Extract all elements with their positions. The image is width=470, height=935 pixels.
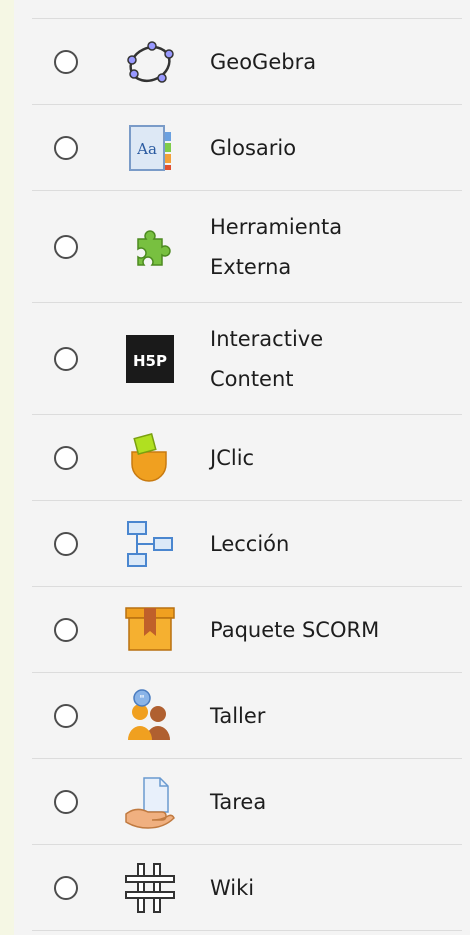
activity-option-wiki[interactable]: Wiki bbox=[32, 844, 462, 931]
lesson-icon bbox=[122, 516, 178, 572]
activity-radio-taller[interactable] bbox=[54, 704, 78, 728]
activity-radio-tarea[interactable] bbox=[54, 790, 78, 814]
activity-label-herramienta-externa: Herramienta Externa bbox=[210, 207, 450, 287]
wiki-icon bbox=[122, 860, 178, 916]
activity-radio-glosario[interactable] bbox=[54, 136, 78, 160]
activity-option-tarea[interactable]: Tarea bbox=[32, 758, 462, 844]
geogebra-icon bbox=[122, 34, 178, 90]
activity-option-paquete-scorm[interactable]: Paquete SCORM bbox=[32, 586, 462, 672]
activity-option-leccion[interactable]: Lección bbox=[32, 500, 462, 586]
activity-label-interactive-line1: Interactive bbox=[210, 327, 324, 351]
workshop-icon: " bbox=[122, 688, 178, 744]
activity-label-leccion: Lección bbox=[210, 532, 290, 556]
activity-label-herramienta-line1: Herramienta bbox=[210, 215, 343, 239]
activity-label-interactive-content: Interactive Content bbox=[210, 319, 450, 399]
activity-radio-geogebra[interactable] bbox=[54, 50, 78, 74]
svg-text:Aa: Aa bbox=[136, 140, 157, 158]
activity-radio-wiki[interactable] bbox=[54, 876, 78, 900]
activity-label-tarea: Tarea bbox=[210, 790, 267, 814]
jclic-icon bbox=[122, 430, 178, 486]
activity-radio-interactive-content[interactable] bbox=[54, 347, 78, 371]
activity-option-geogebra[interactable]: GeoGebra bbox=[32, 18, 462, 104]
activity-radio-paquete-scorm[interactable] bbox=[54, 618, 78, 642]
activity-label-glosario: Glosario bbox=[210, 136, 297, 160]
activity-option-herramienta-externa[interactable]: Herramienta Externa bbox=[32, 190, 462, 302]
activity-radio-jclic[interactable] bbox=[54, 446, 78, 470]
svg-text:": " bbox=[139, 694, 144, 705]
activity-option-taller[interactable]: " Taller bbox=[32, 672, 462, 758]
h5p-icon: H5P bbox=[122, 331, 178, 387]
svg-text:H5P: H5P bbox=[133, 352, 167, 370]
puzzle-icon bbox=[122, 219, 178, 275]
activity-option-interactive-content[interactable]: H5P Interactive Content bbox=[32, 302, 462, 414]
activity-label-taller: Taller bbox=[210, 704, 266, 728]
assignment-icon bbox=[122, 774, 178, 830]
activity-label-herramienta-line2: Externa bbox=[210, 255, 292, 279]
activity-radio-leccion[interactable] bbox=[54, 532, 78, 556]
activity-label-paquete-scorm: Paquete SCORM bbox=[210, 618, 380, 642]
activity-option-glosario[interactable]: Aa Glosario bbox=[32, 104, 462, 190]
activity-label-interactive-line2: Content bbox=[210, 367, 294, 391]
scorm-package-icon bbox=[122, 602, 178, 658]
activity-label-jclic: JClic bbox=[210, 446, 255, 470]
activity-chooser-list: GeoGebra Aa Glosario Herramienta Externa… bbox=[14, 0, 470, 935]
activity-label-geogebra: GeoGebra bbox=[210, 50, 317, 74]
glossary-icon: Aa bbox=[122, 120, 178, 176]
activity-option-jclic[interactable]: JClic bbox=[32, 414, 462, 500]
activity-label-wiki: Wiki bbox=[210, 876, 255, 900]
activity-radio-herramienta-externa[interactable] bbox=[54, 235, 78, 259]
